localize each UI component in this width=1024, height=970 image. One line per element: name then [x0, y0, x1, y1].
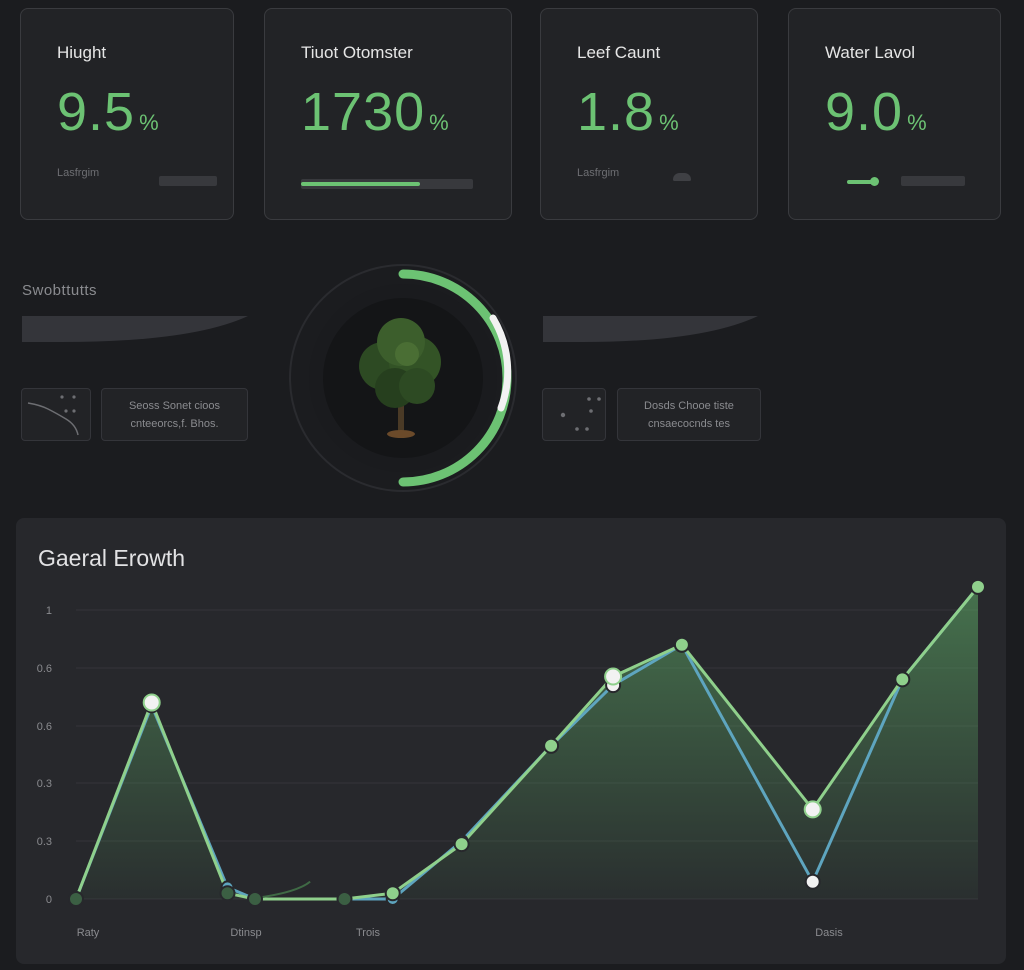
- panel-line: Seoss Sonet cioos: [128, 400, 221, 412]
- metric-subtitle: Lasfrgim: [577, 167, 620, 179]
- metric-title: Leef Caunt: [577, 43, 661, 62]
- data-point-green: [219, 885, 236, 902]
- trend-line-icon: [27, 395, 79, 436]
- data-point-green: [543, 737, 560, 754]
- metric-value: 1.8%: [577, 82, 680, 142]
- data-point-green: [142, 693, 161, 712]
- growth-gauge: [289, 264, 517, 492]
- data-point-green: [247, 891, 263, 907]
- data-point-green: [604, 667, 623, 686]
- metric-title: Hiught: [57, 43, 107, 62]
- y-tick-label: 0.3: [37, 778, 52, 790]
- data-point-green: [673, 636, 690, 653]
- metric-card-trunk-diameter[interactable]: Tiuot Otomster 1730%: [264, 8, 512, 220]
- x-tick-label: Raty: [77, 927, 100, 939]
- metric-progress-fill: [301, 182, 420, 186]
- metric-card-leaf-count[interactable]: Leef Caunt 1.8% Lasfrgim: [540, 8, 758, 220]
- left-wave-bar: [22, 316, 248, 342]
- data-point-green: [336, 891, 353, 907]
- data-point-green: [384, 885, 401, 902]
- data-point-blue: [804, 873, 821, 890]
- metric-card-height[interactable]: Hiught 9.5% Lasfrgim: [20, 8, 234, 220]
- trend-mini-chart[interactable]: [21, 388, 91, 441]
- metric-title: Water Lavol: [825, 43, 916, 62]
- growth-line-chart: 1 0.6 0.6 0.3 0.3 0 Raty Dtinsp Trois Dasis: [37, 578, 986, 939]
- y-tick-label: 0: [46, 894, 52, 906]
- data-point-green: [970, 578, 986, 595]
- info-panel-left[interactable]: Seoss Sonet cioos cnteeorcs,f. Bhos.: [101, 388, 248, 441]
- y-tick-label: 0.6: [37, 721, 52, 733]
- metric-value: 9.5%: [57, 82, 160, 142]
- metric-title: Tiuot Otomster: [301, 43, 413, 62]
- x-tick-label: Trois: [356, 927, 381, 939]
- right-wave-bar: [543, 316, 758, 342]
- panel-line: Dosds Chooe tiste: [644, 400, 734, 412]
- data-point-green: [894, 671, 911, 688]
- metric-progress-track: [901, 176, 965, 186]
- scatter-mini-chart[interactable]: [542, 388, 606, 441]
- data-point-green: [68, 891, 84, 907]
- x-tick-label: Dasis: [815, 927, 843, 939]
- metric-card-water-level[interactable]: Water Lavol 9.0%: [788, 8, 1001, 220]
- leaf-icon: [673, 173, 691, 181]
- metric-subtitle: Lasfrgim: [57, 167, 100, 179]
- y-tick-label: 1: [46, 605, 52, 617]
- metric-progress-knob[interactable]: [870, 177, 879, 186]
- y-tick-label: 0.6: [37, 663, 52, 675]
- panel-line: cnteeorcs,f. Bhos.: [130, 418, 219, 430]
- data-point-green: [803, 800, 822, 819]
- x-tick-label: Dtinsp: [230, 927, 261, 939]
- y-tick-label: 0.3: [37, 836, 52, 848]
- metric-progress-track: [159, 176, 217, 186]
- metric-value: 1730%: [301, 82, 450, 142]
- panel-line: cnsaecocnds tes: [648, 418, 730, 430]
- growth-chart-card: Gaeral Erowth 1 0.6 0.6 0.3 0.3 0 Raty Dtinsp Tr…: [16, 518, 1006, 964]
- data-point-green: [453, 836, 470, 853]
- scatter-dots-icon: [560, 397, 601, 431]
- info-panel-right[interactable]: Dosds Chooe tiste cnsaecocnds tes: [617, 388, 761, 441]
- metric-value: 9.0%: [825, 82, 928, 142]
- section-title: Swobttutts: [22, 282, 98, 299]
